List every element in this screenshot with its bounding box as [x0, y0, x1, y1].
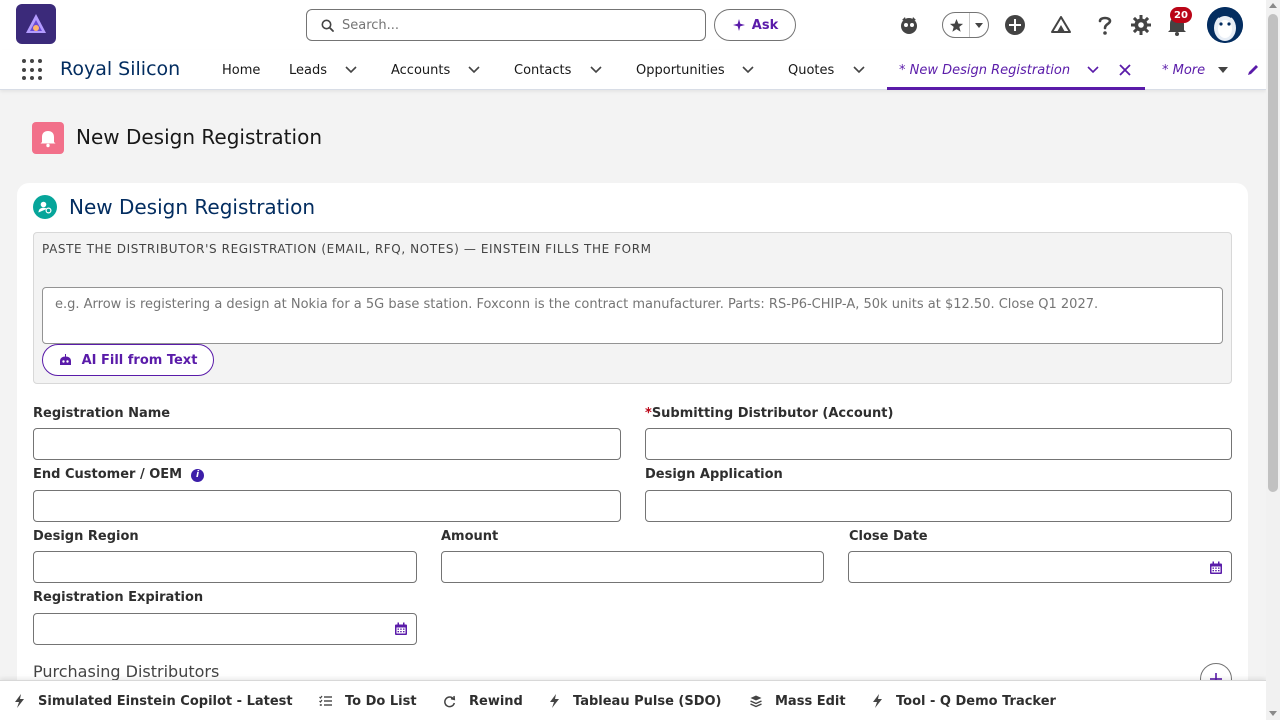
- nav-item-opportunities[interactable]: Opportunities: [636, 50, 725, 90]
- nav-item-accounts[interactable]: Accounts: [391, 50, 450, 90]
- page-title: New Design Registration: [76, 125, 322, 149]
- logo-icon: [26, 14, 46, 33]
- ai-fill-button-label: AI Fill from Text: [81, 352, 198, 368]
- required-indicator: *: [645, 406, 652, 421]
- navigation-bar: Royal Silicon Home Leads Accounts Contac…: [0, 50, 1266, 90]
- close-tab-icon[interactable]: [1118, 63, 1132, 77]
- close-date-label: Close Date: [849, 529, 928, 544]
- info-icon[interactable]: i: [191, 468, 205, 482]
- notification-count-badge: 20: [1170, 7, 1192, 23]
- trailhead-icon[interactable]: [1048, 12, 1074, 38]
- nav-item-home[interactable]: Home: [222, 50, 260, 90]
- lightning-icon: [15, 694, 24, 708]
- active-tab-chevron-down-icon[interactable]: [1086, 63, 1100, 77]
- ask-button[interactable]: Ask: [714, 9, 796, 41]
- help-icon[interactable]: [1092, 12, 1118, 38]
- utility-item-to-do-list[interactable]: To Do List: [319, 681, 417, 720]
- utility-item-mass-edit[interactable]: Mass Edit: [750, 681, 846, 720]
- design-region-input[interactable]: [33, 551, 417, 583]
- search-icon: [321, 19, 334, 32]
- search-placeholder: Search...: [342, 17, 400, 33]
- utility-item-tableau-pulse[interactable]: Tableau Pulse (SDO): [549, 681, 722, 720]
- nav-item-leads[interactable]: Leads: [289, 50, 327, 90]
- utility-item-einstein-copilot[interactable]: Simulated Einstein Copilot - Latest: [14, 681, 293, 720]
- utility-item-label: Simulated Einstein Copilot - Latest: [38, 693, 293, 709]
- contacts-chevron-down-icon[interactable]: [589, 63, 603, 77]
- utility-item-label: Tool - Q Demo Tracker: [896, 693, 1056, 709]
- end-customer-input[interactable]: [33, 490, 621, 522]
- scrollbar-thumb[interactable]: [1268, 14, 1278, 492]
- scroll-up-arrow-icon[interactable]: [1269, 3, 1277, 8]
- design-registration-icon: [33, 195, 57, 219]
- lightning-icon: [873, 694, 882, 708]
- submitting-distributor-input[interactable]: [645, 428, 1232, 460]
- layers-icon: [750, 695, 762, 707]
- nav-more[interactable]: * More: [1162, 50, 1205, 90]
- registration-name-label: Registration Name: [33, 406, 171, 421]
- active-tab-label[interactable]: * New Design Registration: [899, 50, 1070, 90]
- utility-item-label: Rewind: [469, 693, 523, 709]
- more-chevron-down-icon[interactable]: [1216, 63, 1230, 77]
- einstein-bot-icon: [59, 354, 71, 365]
- ask-label: Ask: [751, 17, 779, 33]
- accounts-chevron-down-icon[interactable]: [467, 63, 481, 77]
- registration-expiration-calendar-icon[interactable]: [394, 622, 408, 636]
- quotes-chevron-down-icon[interactable]: [852, 63, 866, 77]
- checklist-icon: [319, 695, 332, 706]
- page-bell-icon: [32, 122, 64, 154]
- nav-item-quotes[interactable]: Quotes: [788, 50, 834, 90]
- registration-expiration-input[interactable]: [33, 613, 417, 645]
- favorites-star-icon[interactable]: [943, 13, 970, 37]
- submitting-distributor-label: *Submitting Distributor (Account): [645, 406, 893, 421]
- ai-fill-from-text-button[interactable]: AI Fill from Text: [42, 344, 214, 376]
- close-date-input[interactable]: [848, 551, 1232, 583]
- paste-textarea[interactable]: [42, 287, 1223, 344]
- app-launcher-icon[interactable]: [22, 59, 44, 81]
- user-avatar-icon: [1207, 7, 1243, 43]
- utility-bar: Simulated Einstein Copilot - Latest To D…: [0, 680, 1266, 720]
- card-title: New Design Registration: [69, 195, 315, 219]
- design-application-label: Design Application: [645, 467, 783, 482]
- design-application-input[interactable]: [645, 490, 1232, 522]
- submitting-distributor-label-text: Submitting Distributor (Account): [651, 406, 894, 421]
- edit-nav-pencil-icon[interactable]: [1246, 63, 1260, 77]
- avatar[interactable]: [1207, 7, 1243, 43]
- opportunities-chevron-down-icon[interactable]: [741, 63, 755, 77]
- registration-name-input[interactable]: [33, 428, 621, 460]
- lightning-icon: [550, 694, 559, 708]
- close-date-calendar-icon[interactable]: [1209, 561, 1223, 575]
- refresh-icon: [444, 695, 456, 707]
- favorites-group: [942, 12, 989, 38]
- utility-item-label: Tableau Pulse (SDO): [573, 693, 722, 709]
- utility-item-q-demo-tracker[interactable]: Tool - Q Demo Tracker: [872, 681, 1056, 720]
- global-search[interactable]: Search...: [306, 9, 706, 41]
- amount-input[interactable]: [441, 551, 824, 583]
- purchasing-distributors-section-title: Purchasing Distributors: [33, 662, 220, 681]
- utility-item-label: To Do List: [345, 693, 417, 709]
- einstein-icon[interactable]: [896, 12, 922, 38]
- setup-gear-icon[interactable]: [1128, 12, 1154, 38]
- paste-panel-label: PASTE THE DISTRIBUTOR'S REGISTRATION (EM…: [42, 242, 652, 256]
- nav-item-contacts[interactable]: Contacts: [514, 50, 571, 90]
- registration-expiration-label: Registration Expiration: [33, 590, 204, 605]
- end-customer-label: End Customer / OEM i: [33, 467, 205, 482]
- favorites-chevron-down-icon[interactable]: [970, 20, 988, 30]
- end-customer-label-text: End Customer / OEM: [33, 467, 183, 482]
- amount-label: Amount: [441, 529, 499, 544]
- scroll-down-arrow-icon[interactable]: [1269, 711, 1277, 716]
- sparkle-icon: [732, 19, 745, 31]
- utility-item-label: Mass Edit: [775, 693, 846, 709]
- app-name: Royal Silicon: [60, 58, 181, 80]
- utility-item-rewind[interactable]: Rewind: [443, 681, 523, 720]
- design-region-label: Design Region: [33, 529, 139, 544]
- app-logo[interactable]: [16, 4, 56, 44]
- global-header: Search... Ask 20: [0, 0, 1266, 50]
- leads-chevron-down-icon[interactable]: [344, 63, 358, 77]
- add-icon[interactable]: [1002, 12, 1028, 38]
